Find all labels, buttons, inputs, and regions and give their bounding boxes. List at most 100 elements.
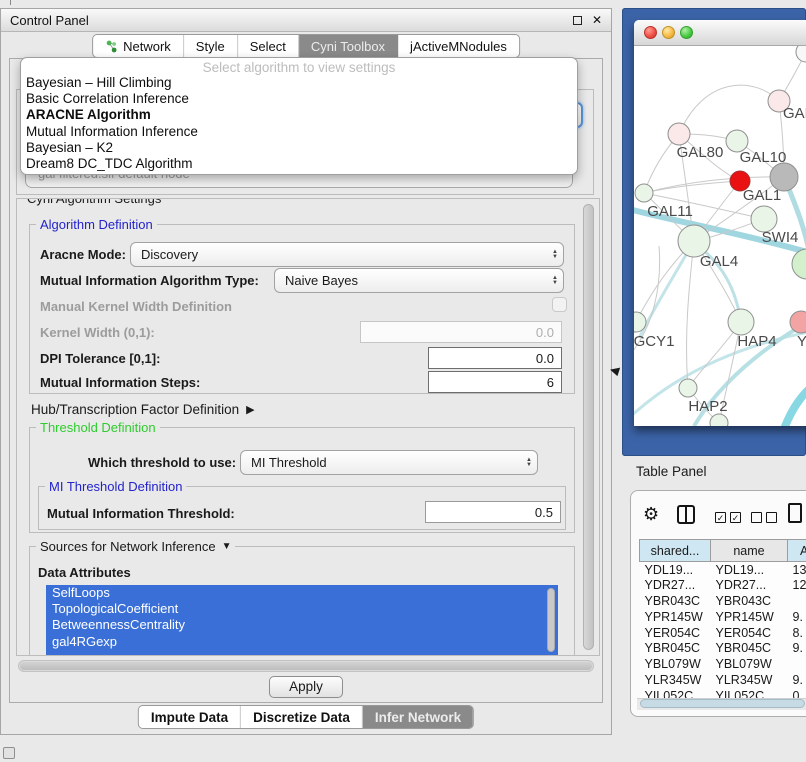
table-cell[interactable]: 12 [788, 577, 806, 593]
graph-node-label: GAL4 [700, 253, 738, 270]
column-header-name[interactable]: name [711, 540, 788, 562]
mi-threshold-label: Mutual Information Threshold: [47, 506, 235, 521]
algorithm-dropdown-popup: Select algorithm to view settings Bayesi… [20, 57, 578, 175]
cyni-algorithm-settings-group: Cyni Algorithm Settings Algorithm Defini… [16, 198, 600, 656]
table-cell[interactable] [788, 656, 806, 672]
attribute-item-topologicalcoefficient[interactable]: TopologicalCoefficient [46, 601, 558, 617]
table-cell[interactable]: YPR145W [640, 609, 711, 625]
graph-node-swi4[interactable] [792, 249, 806, 279]
graph-node-label: GAL11 [647, 203, 693, 220]
table-cell[interactable]: YPR145W [711, 609, 788, 625]
table-cell[interactable]: YLR345W [640, 672, 711, 688]
tab-network[interactable]: Network [93, 35, 184, 57]
algorithm-option-mutual-information-inference[interactable]: Mutual Information Inference [21, 124, 577, 140]
table-cell[interactable]: 9. [788, 609, 806, 625]
table-cell[interactable]: 8. [788, 625, 806, 641]
table-cell[interactable]: YLR345W [711, 672, 788, 688]
table-cell[interactable]: YBR043C [640, 593, 711, 609]
network-view-window: GALGAL80GAL10GAL1GAL11SWI4GAL4GCY1HAP4YH… [622, 8, 806, 456]
kernel-width-input[interactable]: 0.0 [360, 321, 562, 343]
control-panel: Control Panel ✕ NetworkStyleSelectCyni T… [0, 8, 612, 735]
graph-node-label: HAP2 [688, 398, 727, 415]
graph-node-hap2[interactable] [679, 379, 697, 397]
expand-down-icon[interactable]: ▼ [222, 541, 232, 552]
table-cell[interactable]: 13 [788, 562, 806, 578]
tab-jactivemnodules[interactable]: jActiveMNodules [398, 35, 519, 57]
apply-button[interactable]: Apply [269, 676, 343, 698]
algorithm-option-dream8-dc-tdc-algorithm[interactable]: Dream8 DC_TDC Algorithm [21, 156, 577, 172]
table-cell[interactable]: YER054C [640, 625, 711, 641]
attributes-list-scrollbar[interactable] [547, 588, 555, 652]
deselect-box-icon-2[interactable] [766, 512, 777, 523]
tab-label: Cyni Toolbox [311, 39, 385, 54]
network-window-titlebar[interactable] [634, 20, 806, 46]
table-cell[interactable]: YBL079W [640, 656, 711, 672]
table-cell[interactable]: 9. [788, 640, 806, 656]
which-threshold-select[interactable]: MI Threshold ▲▼ [240, 450, 538, 475]
tab-style[interactable]: Style [184, 35, 238, 57]
tab-discretize-data[interactable]: Discretize Data [241, 706, 363, 728]
columns-icon[interactable] [677, 505, 695, 524]
table-row: YPR145WYPR145W9. [640, 609, 806, 625]
network-graph: GALGAL80GAL10GAL1GAL11SWI4GAL4GCY1HAP4YH… [634, 46, 806, 426]
attribute-item-betweennesscentrality[interactable]: BetweennessCentrality [46, 617, 558, 633]
table-cell[interactable]: YER054C [711, 625, 788, 641]
table-cell[interactable]: YDR27... [711, 577, 788, 593]
graph-node-gal80[interactable] [668, 123, 690, 145]
gear-icon[interactable]: ⚙ [643, 504, 659, 525]
column-header-shared[interactable]: shared... [640, 540, 711, 562]
mi-threshold-input[interactable]: 0.5 [425, 501, 561, 523]
select-all-check-icon[interactable]: ✓ [715, 512, 726, 523]
table-cell[interactable]: 9. [788, 672, 806, 688]
algorithm-option-aracne-algorithm[interactable]: ARACNE Algorithm [21, 107, 577, 123]
tab-cyni-toolbox[interactable]: Cyni Toolbox [299, 35, 398, 57]
attribute-item-selfloops[interactable]: SelfLoops [46, 585, 558, 601]
table-cell[interactable]: YDL19... [640, 562, 711, 578]
settings-vertical-scrollbar[interactable] [583, 204, 594, 650]
zoom-window-icon[interactable] [680, 26, 693, 39]
attribute-item-gal4rgexp[interactable]: gal4RGexp [46, 634, 558, 650]
hub-definition-label: Hub/Transcription Factor Definition [31, 402, 239, 417]
graph-node[interactable] [710, 414, 728, 426]
table-horizontal-scrollbar[interactable] [640, 699, 805, 708]
tab-impute-data[interactable]: Impute Data [139, 706, 241, 728]
graph-node[interactable] [796, 46, 806, 62]
select-all-check-icon-2[interactable]: ✓ [730, 512, 741, 523]
algorithm-option-bayesian-k2[interactable]: Bayesian – K2 [21, 140, 577, 156]
which-threshold-label: Which threshold to use: [88, 455, 236, 470]
graph-node-label: SWI4 [762, 229, 799, 246]
float-panel-icon[interactable] [573, 16, 582, 25]
table-cell[interactable]: YDL19... [711, 562, 788, 578]
table-cell[interactable]: YBR045C [640, 640, 711, 656]
dpi-tolerance-input[interactable]: 0.0 [428, 347, 562, 369]
column-header-a[interactable]: A [788, 540, 806, 562]
tab-label: Discretize Data [253, 710, 350, 725]
table-cell[interactable] [788, 593, 806, 609]
close-window-icon[interactable] [644, 26, 657, 39]
deselect-box-icon[interactable] [751, 512, 762, 523]
close-icon[interactable]: ✕ [592, 14, 602, 26]
tab-label: Impute Data [151, 710, 228, 725]
minimize-window-icon[interactable] [662, 26, 675, 39]
hub-definition-toggle[interactable]: Hub/Transcription Factor Definition ▶ [31, 402, 255, 417]
mi-steps-input[interactable]: 6 [428, 371, 562, 393]
tab-select[interactable]: Select [238, 35, 299, 57]
manual-kernel-checkbox[interactable] [552, 297, 567, 312]
table-cell[interactable]: YBR045C [711, 640, 788, 656]
algorithm-option-bayesian-hill-climbing[interactable]: Bayesian – Hill Climbing [21, 75, 577, 91]
aracne-mode-select[interactable]: Discovery ▲▼ [130, 242, 564, 267]
table-cell[interactable]: YDR27... [640, 577, 711, 593]
document-icon[interactable] [788, 503, 802, 523]
horizontal-scrollbar-thumb[interactable] [20, 662, 592, 670]
table-cell[interactable]: YBL079W [711, 656, 788, 672]
settings-horizontal-scrollbar[interactable] [18, 660, 594, 672]
tab-infer-network[interactable]: Infer Network [363, 706, 473, 728]
collapsed-panel-button[interactable] [3, 747, 15, 759]
dpi-tolerance-label: DPI Tolerance [0,1]: [40, 351, 160, 366]
algorithm-option-basic-correlation-inference[interactable]: Basic Correlation Inference [21, 91, 577, 107]
graph-node-hap4[interactable] [728, 309, 754, 335]
table-cell[interactable]: YBR043C [711, 593, 788, 609]
network-graph-canvas[interactable]: GALGAL80GAL10GAL1GAL11SWI4GAL4GCY1HAP4YH… [634, 46, 806, 426]
graph-node-gal11[interactable] [635, 184, 653, 202]
mi-algorithm-type-select[interactable]: Naive Bayes ▲▼ [274, 268, 564, 293]
